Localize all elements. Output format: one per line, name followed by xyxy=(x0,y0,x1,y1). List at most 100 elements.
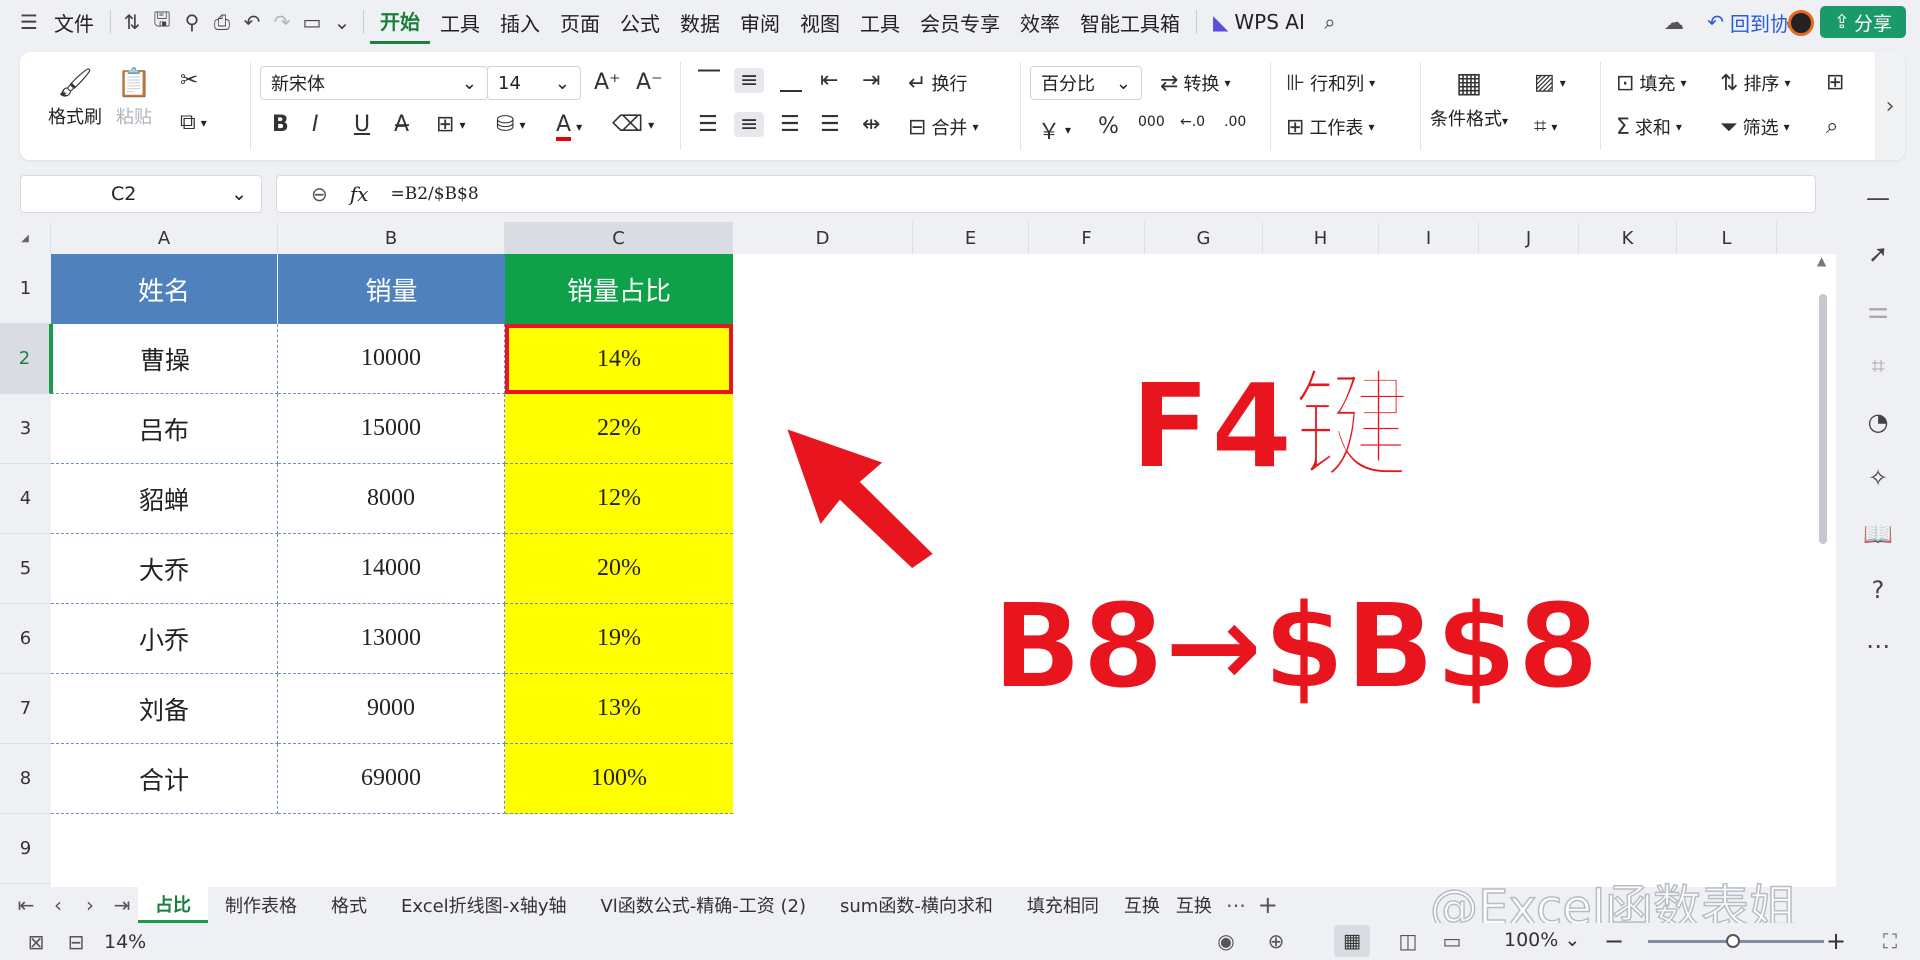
copy-button[interactable]: ⧉ ▾ xyxy=(180,110,207,135)
column-header-c[interactable]: C xyxy=(505,222,733,254)
justify-button[interactable]: ☰ xyxy=(820,112,840,137)
row-header-4[interactable]: 4 xyxy=(0,464,51,534)
table-cell[interactable]: 20% xyxy=(505,534,733,604)
table-cell[interactable]: 曹操 xyxy=(51,324,278,394)
tools-icon[interactable]: ✧ xyxy=(1858,450,1898,506)
select-all-corner[interactable]: ◢ xyxy=(0,222,51,254)
hamburger-menu-icon[interactable]: ☰ xyxy=(14,0,44,44)
sheet-tab[interactable]: Excel折线图-x轴y轴 xyxy=(384,887,583,923)
zoom-in-icon[interactable]: + xyxy=(1826,927,1846,955)
column-header-f[interactable]: F xyxy=(1029,222,1145,254)
table-cell[interactable]: 9000 xyxy=(278,674,505,744)
chart-icon[interactable]: ◔ xyxy=(1858,394,1898,450)
row-header-6[interactable]: 6 xyxy=(0,604,51,674)
normal-view-button[interactable]: ▦ xyxy=(1334,925,1370,957)
first-sheet-icon[interactable]: ⇤ xyxy=(10,893,42,917)
table-header-sales[interactable]: 销量 xyxy=(278,254,505,324)
sheet-tab[interactable]: 填充相同 xyxy=(1010,887,1116,923)
table-style-button[interactable]: ⊞ xyxy=(1826,70,1844,95)
sheet-tab[interactable]: 互换 xyxy=(1116,887,1168,923)
zoom-dropdown[interactable]: 100% ⌄ xyxy=(1504,929,1580,951)
cloud-sync-icon[interactable]: ☁ xyxy=(1664,0,1684,44)
save-icon[interactable]: 🖫 xyxy=(147,0,177,44)
increase-decimal-button[interactable]: ←.0 xyxy=(1180,114,1205,130)
table-cell[interactable]: 10000 xyxy=(278,324,505,394)
sheet-tab[interactable]: 占比 xyxy=(138,887,208,923)
active-cell-c2[interactable]: 14% xyxy=(505,324,733,394)
fx-icon[interactable]: fx xyxy=(350,182,369,206)
tab-tools[interactable]: 工具 xyxy=(430,0,490,44)
collapse-icon[interactable]: — xyxy=(1858,170,1898,226)
prev-sheet-icon[interactable]: ‹ xyxy=(42,893,74,917)
undo-icon[interactable]: ↶ xyxy=(237,0,267,44)
table-cell[interactable]: 大乔 xyxy=(51,534,278,604)
add-sheet-icon[interactable]: + xyxy=(1252,891,1284,919)
next-sheet-icon[interactable]: › xyxy=(74,893,106,917)
tab-formulas[interactable]: 公式 xyxy=(610,0,670,44)
table-cell[interactable]: 吕布 xyxy=(51,394,278,464)
tab-review[interactable]: 审阅 xyxy=(730,0,790,44)
eye-protect-icon[interactable]: ◉ xyxy=(1206,929,1246,953)
wps-ai-button[interactable]: ◣ WPS AI xyxy=(1203,0,1315,44)
zoom-slider[interactable] xyxy=(1648,934,1824,948)
chevron-down-icon[interactable]: ⌄ xyxy=(327,0,357,44)
paste-button[interactable]: 📋 粘贴 xyxy=(116,66,152,129)
font-size-dropdown[interactable]: 14 ⌄ xyxy=(487,66,581,100)
last-sheet-icon[interactable]: ⇥ xyxy=(106,893,138,917)
row-header-8[interactable]: 8 xyxy=(0,744,51,814)
row-header-3[interactable]: 3 xyxy=(0,394,51,464)
align-top-button[interactable]: ⎺ xyxy=(698,68,720,93)
align-right-button[interactable]: ☰ xyxy=(780,112,800,137)
table-cell[interactable]: 小乔 xyxy=(51,604,278,674)
decrease-font-button[interactable]: A⁻ xyxy=(636,70,663,95)
row-header-2[interactable]: 2 xyxy=(0,324,51,394)
search-icon[interactable]: ⌕ xyxy=(1315,0,1345,44)
ribbon-expand-button[interactable]: › xyxy=(1875,52,1905,160)
table-cell[interactable]: 69000 xyxy=(278,744,505,814)
font-name-dropdown[interactable]: 新宋体 ⌄ xyxy=(260,66,488,100)
column-header-i[interactable]: I xyxy=(1379,222,1479,254)
column-header-g[interactable]: G xyxy=(1145,222,1263,254)
increase-indent-button[interactable]: ⇥ xyxy=(862,68,880,93)
rows-cols-button[interactable]: ⊪ 行和列 ▾ xyxy=(1286,70,1375,96)
sheet-tab[interactable]: Vl函数公式-精确-工资 (2) xyxy=(583,887,823,923)
zoom-formula-icon[interactable]: ⊖ xyxy=(311,182,328,206)
table-cell[interactable]: 13000 xyxy=(278,604,505,674)
align-center-button[interactable]: ≡ xyxy=(734,112,765,137)
share-button[interactable]: ⇪ 分享 xyxy=(1820,6,1906,38)
cursor-icon[interactable]: ➚ xyxy=(1858,226,1898,282)
wrap-text-button[interactable]: ↵ 换行 xyxy=(908,70,967,96)
print-preview-icon[interactable]: ⎙ xyxy=(207,0,237,44)
name-box[interactable]: C2 ⌄ xyxy=(20,175,262,213)
column-header-h[interactable]: H xyxy=(1263,222,1379,254)
table-header-ratio[interactable]: 销量占比 xyxy=(505,254,733,324)
sort-icon[interactable]: ⇅ xyxy=(117,0,147,44)
vertical-scrollbar[interactable]: ▲ xyxy=(1812,254,1834,887)
tab-smart-toolbox[interactable]: 智能工具箱 xyxy=(1070,0,1190,44)
link-icon[interactable]: ⚲ xyxy=(177,0,207,44)
border-button[interactable]: ⊞ ▾ xyxy=(436,112,465,137)
strikethrough-button[interactable]: A̶ xyxy=(394,112,409,137)
locate-icon[interactable]: ⊕ xyxy=(1256,929,1296,953)
avatar[interactable] xyxy=(1788,10,1814,36)
macro-icon[interactable]: ⊠ xyxy=(16,930,56,954)
increase-font-button[interactable]: A⁺ xyxy=(594,70,621,95)
adjust-icon[interactable]: ⚌ xyxy=(1858,282,1898,338)
column-header-e[interactable]: E xyxy=(913,222,1029,254)
page-break-view-icon[interactable]: ▭ xyxy=(1432,929,1472,953)
table-cell[interactable]: 貂蝉 xyxy=(51,464,278,534)
row-header-1[interactable]: 1 xyxy=(0,254,51,324)
italic-button[interactable]: I xyxy=(312,112,319,137)
tab-page[interactable]: 页面 xyxy=(550,0,610,44)
table-cell[interactable]: 14000 xyxy=(278,534,505,604)
table-cell[interactable]: 19% xyxy=(505,604,733,674)
page-layout-view-icon[interactable]: ◫ xyxy=(1388,929,1428,953)
row-header-5[interactable]: 5 xyxy=(0,534,51,604)
table-cell[interactable]: 13% xyxy=(505,674,733,744)
sort-button[interactable]: ⇅ 排序 ▾ xyxy=(1720,70,1790,96)
table-cell[interactable]: 12% xyxy=(505,464,733,534)
tab-insert[interactable]: 插入 xyxy=(490,0,550,44)
fill-button[interactable]: ⊡ 填充 ▾ xyxy=(1616,70,1686,96)
sheet-view-icon[interactable]: ⊟ xyxy=(56,930,96,954)
sheet-tab[interactable]: 互换 xyxy=(1168,887,1220,923)
